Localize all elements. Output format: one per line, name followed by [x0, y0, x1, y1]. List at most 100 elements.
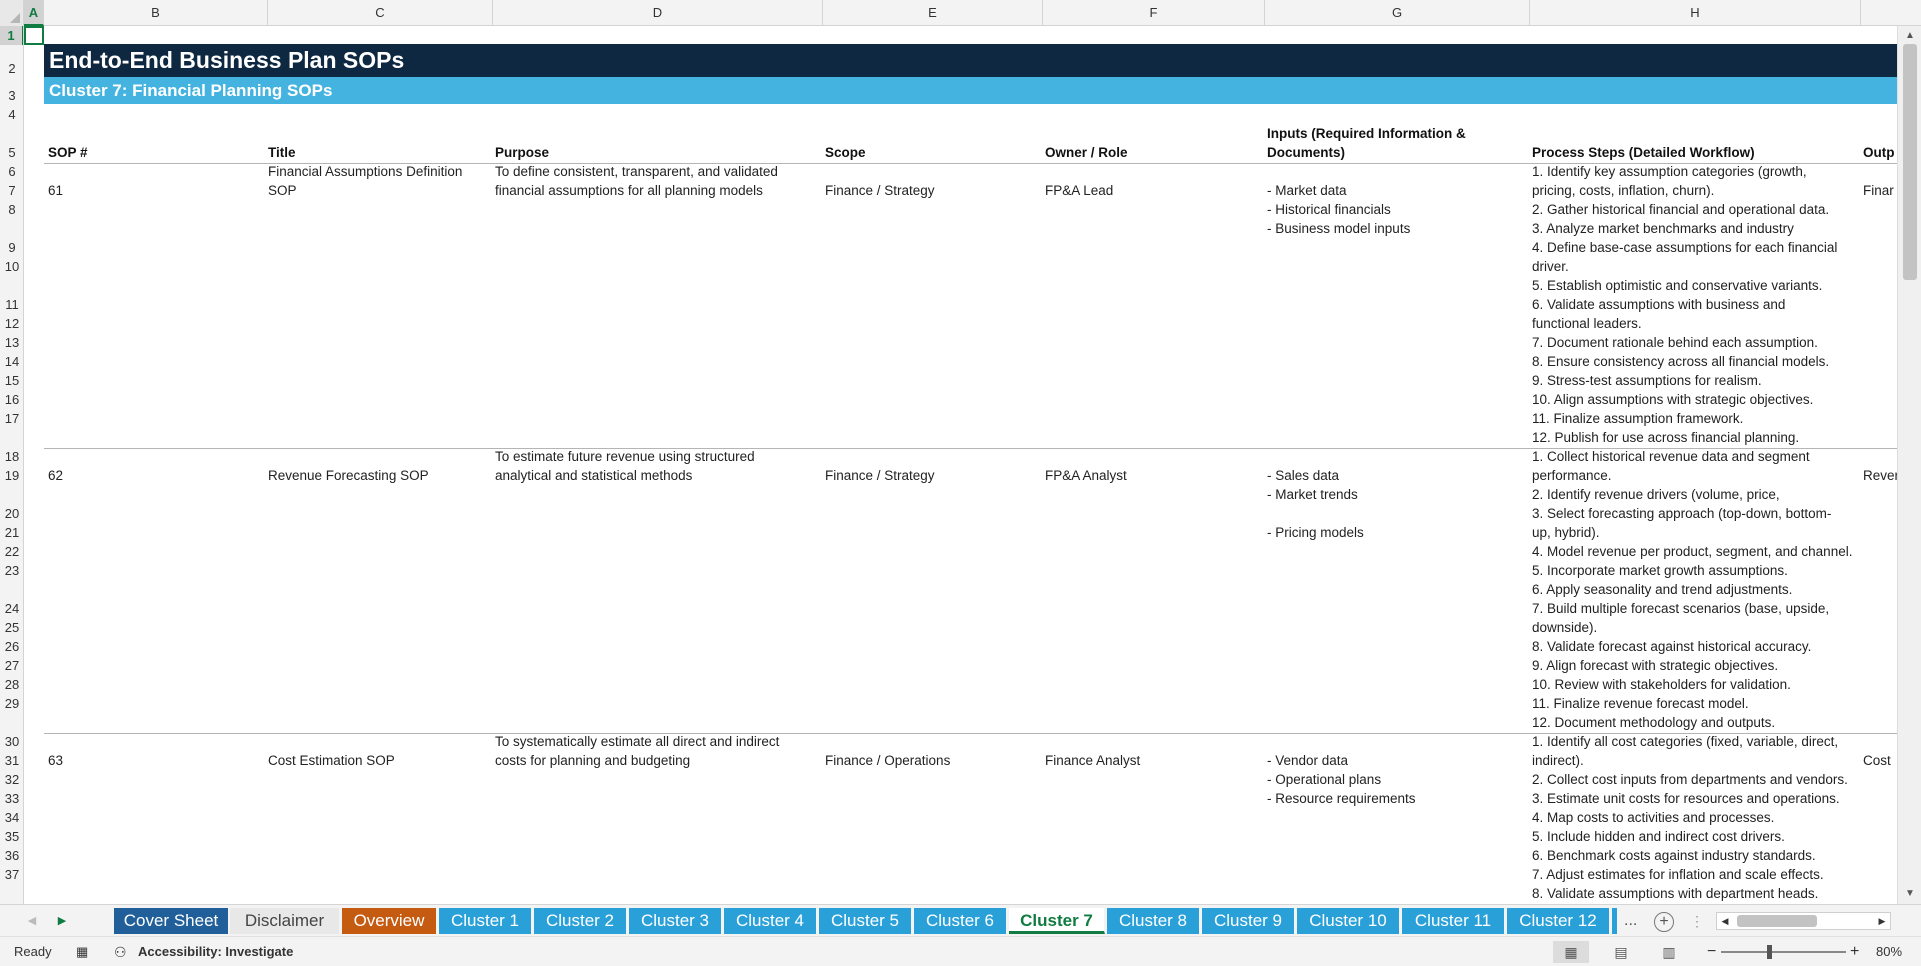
row-header-19[interactable]: 19: [0, 466, 23, 485]
tab-cluster-10[interactable]: Cluster 10: [1297, 908, 1400, 934]
zoom-slider-knob[interactable]: [1767, 945, 1772, 959]
row-header-22[interactable]: 22: [0, 542, 23, 561]
column-header-a[interactable]: A: [24, 0, 44, 26]
sop-number[interactable]: 61: [48, 181, 63, 200]
sop-process-steps[interactable]: 1. Collect historical revenue data and s…: [1532, 447, 1862, 732]
tab-cluster-12[interactable]: Cluster 12: [1507, 908, 1610, 934]
worksheet-grid[interactable]: End-to-End Business Plan SOPs Cluster 7:…: [24, 26, 1897, 904]
row-header-8[interactable]: 8: [0, 200, 23, 219]
accessibility-status[interactable]: Accessibility: Investigate: [138, 937, 293, 966]
row-header-16[interactable]: 16: [0, 390, 23, 409]
sop-scope[interactable]: Finance / Operations: [825, 751, 950, 770]
row-header-28[interactable]: 28: [0, 675, 23, 694]
zoom-in-button[interactable]: +: [1850, 937, 1859, 966]
row-header-2[interactable]: 2: [0, 45, 23, 78]
column-header-d[interactable]: D: [493, 0, 823, 26]
zoom-slider[interactable]: [1721, 951, 1846, 953]
row-header-17[interactable]: 17: [0, 409, 23, 428]
vertical-scrollbar[interactable]: ▲ ▼: [1897, 26, 1921, 904]
sop-owner[interactable]: FP&A Analyst: [1045, 466, 1127, 485]
cell-mode-icon[interactable]: ▦: [76, 937, 88, 966]
vertical-scroll-thumb[interactable]: [1903, 44, 1917, 280]
row-header-12[interactable]: 12: [0, 314, 23, 333]
sop-output-truncated[interactable]: Cost: [1863, 751, 1897, 770]
column-header-h[interactable]: H: [1530, 0, 1861, 26]
column-header-f[interactable]: F: [1043, 0, 1265, 26]
tab-cluster-1[interactable]: Cluster 1: [439, 908, 532, 934]
row-header-33[interactable]: 33: [0, 789, 23, 808]
row-header-4[interactable]: 4: [0, 105, 23, 124]
row-header-31[interactable]: 31: [0, 751, 23, 770]
tab-cluster-3[interactable]: Cluster 3: [629, 908, 722, 934]
row-header-1[interactable]: 1: [0, 26, 23, 45]
accessibility-icon[interactable]: ⚇: [114, 937, 127, 966]
sop-number[interactable]: 62: [48, 466, 63, 485]
page-break-preview-icon[interactable]: ▥: [1651, 941, 1687, 963]
row-header-30[interactable]: 30: [0, 713, 23, 751]
row-header-32[interactable]: 32: [0, 770, 23, 789]
row-header-14[interactable]: 14: [0, 352, 23, 371]
row-header-34[interactable]: 34: [0, 808, 23, 827]
scroll-right-icon[interactable]: ▶: [1874, 913, 1890, 929]
row-header-7[interactable]: 7: [0, 181, 23, 200]
row-header-11[interactable]: 11: [0, 276, 23, 314]
sop-output-truncated[interactable]: Finar: [1863, 181, 1897, 200]
sop-purpose[interactable]: To estimate future revenue using structu…: [495, 447, 755, 485]
column-header-b[interactable]: B: [44, 0, 268, 26]
sop-process-steps[interactable]: 1. Identify key assumption categories (g…: [1532, 162, 1862, 447]
row-header-5[interactable]: 5: [0, 124, 23, 162]
sop-title[interactable]: Revenue Forecasting SOP: [268, 466, 429, 485]
tab-cluster-2[interactable]: Cluster 2: [534, 908, 627, 934]
column-header-e[interactable]: E: [823, 0, 1043, 26]
tab-partially-visible[interactable]: [1612, 908, 1618, 934]
tab-bar-splitter-icon[interactable]: ⋮: [1690, 908, 1704, 934]
row-header-37[interactable]: 37: [0, 865, 23, 884]
sop-inputs[interactable]: - Market data - Historical financials - …: [1267, 181, 1410, 238]
scroll-down-icon[interactable]: ▼: [1898, 886, 1921, 902]
row-header-10[interactable]: 10: [0, 257, 23, 276]
tab-cluster-9[interactable]: Cluster 9: [1202, 908, 1295, 934]
sop-title[interactable]: Cost Estimation SOP: [268, 751, 395, 770]
tab-cover-sheet[interactable]: Cover Sheet: [114, 908, 229, 934]
row-header-29[interactable]: 29: [0, 694, 23, 713]
row-header-36[interactable]: 36: [0, 846, 23, 865]
sop-scope[interactable]: Finance / Strategy: [825, 181, 935, 200]
select-all-corner[interactable]: [0, 0, 24, 26]
sop-purpose[interactable]: To define consistent, transparent, and v…: [495, 162, 778, 200]
row-header-26[interactable]: 26: [0, 637, 23, 656]
sop-inputs[interactable]: - Sales data - Market trends - Pricing m…: [1267, 466, 1364, 542]
row-header-13[interactable]: 13: [0, 333, 23, 352]
sop-inputs[interactable]: - Vendor data - Operational plans - Reso…: [1267, 751, 1416, 808]
sop-output-truncated[interactable]: Rever: [1863, 466, 1897, 485]
tab-disclaimer[interactable]: Disclaimer: [230, 908, 340, 934]
row-header-23[interactable]: 23: [0, 561, 23, 580]
row-header-27[interactable]: 27: [0, 656, 23, 675]
tab-cluster-4[interactable]: Cluster 4: [724, 908, 817, 934]
scroll-left-icon[interactable]: ◀: [1717, 913, 1733, 929]
row-header-35[interactable]: 35: [0, 827, 23, 846]
row-header-20[interactable]: 20: [0, 485, 23, 523]
tab-cluster-8[interactable]: Cluster 8: [1107, 908, 1200, 934]
column-header-g[interactable]: G: [1265, 0, 1530, 26]
row-header-18[interactable]: 18: [0, 428, 23, 466]
sop-purpose[interactable]: To systematically estimate all direct an…: [495, 732, 779, 770]
row-header-9[interactable]: 9: [0, 219, 23, 257]
tab-cluster-6[interactable]: Cluster 6: [914, 908, 1007, 934]
page-layout-view-icon[interactable]: ▤: [1603, 941, 1639, 963]
row-header-3[interactable]: 3: [0, 78, 23, 105]
zoom-out-button[interactable]: −: [1707, 937, 1716, 966]
tab-cluster-7[interactable]: Cluster 7: [1009, 908, 1105, 934]
scroll-up-icon[interactable]: ▲: [1898, 28, 1921, 44]
sop-number[interactable]: 63: [48, 751, 63, 770]
active-cell-a1[interactable]: [24, 26, 44, 45]
sop-process-steps[interactable]: 1. Identify all cost categories (fixed, …: [1532, 732, 1862, 903]
add-sheet-icon[interactable]: +: [1654, 912, 1674, 932]
tab-scroll-right-icon[interactable]: ▶: [52, 905, 72, 937]
horizontal-scroll-thumb[interactable]: [1737, 915, 1817, 927]
sop-title[interactable]: Financial Assumptions Definition SOP: [268, 162, 462, 200]
sop-owner[interactable]: Finance Analyst: [1045, 751, 1140, 770]
tab-cluster-5[interactable]: Cluster 5: [819, 908, 912, 934]
row-header-15[interactable]: 15: [0, 371, 23, 390]
row-header-6[interactable]: 6: [0, 162, 23, 181]
row-header-21[interactable]: 21: [0, 523, 23, 542]
